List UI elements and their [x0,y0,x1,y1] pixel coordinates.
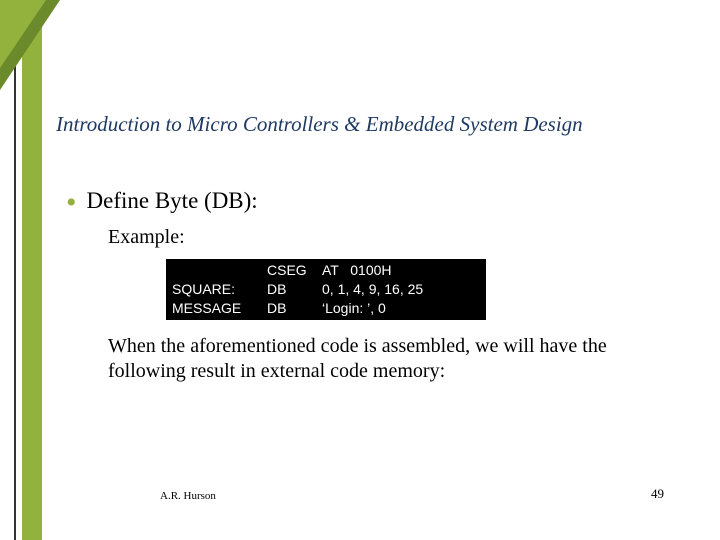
code-label: MESSAGE [172,299,267,318]
code-args: ‘Login: ’, 0 [322,299,423,318]
code-block: CSEG AT 0100H SQUARE: DB 0, 1, 4, 9, 16,… [166,259,486,320]
code-label [172,261,267,280]
footer-author: A.R. Hurson [160,490,216,502]
code-op: DB [267,280,322,299]
code-row: MESSAGE DB ‘Login: ’, 0 [172,299,423,318]
content-area: • Define Byte (DB): Example: CSEG AT 010… [66,184,680,384]
code-op: DB [267,299,322,318]
bullet-row: • Define Byte (DB): [66,184,680,214]
corner-wedge-icon [0,0,60,90]
code-row: SQUARE: DB 0, 1, 4, 9, 16, 25 [172,280,423,299]
code-row: CSEG AT 0100H [172,261,423,280]
example-label: Example: [108,226,680,249]
code-args: AT 0100H [322,261,423,280]
bullet-dot-icon: • [66,188,77,218]
code-op: CSEG [267,261,322,280]
code-args: 0, 1, 4, 9, 16, 25 [322,280,423,299]
paragraph: When the aforementioned code is assemble… [108,334,670,384]
footer-page-number: 49 [651,486,664,502]
slide: Introduction to Micro Controllers & Embe… [0,0,720,540]
page-title: Introduction to Micro Controllers & Embe… [56,112,583,137]
code-label: SQUARE: [172,280,267,299]
code-table: CSEG AT 0100H SQUARE: DB 0, 1, 4, 9, 16,… [172,261,423,318]
bullet-text: Define Byte (DB): [87,188,258,214]
